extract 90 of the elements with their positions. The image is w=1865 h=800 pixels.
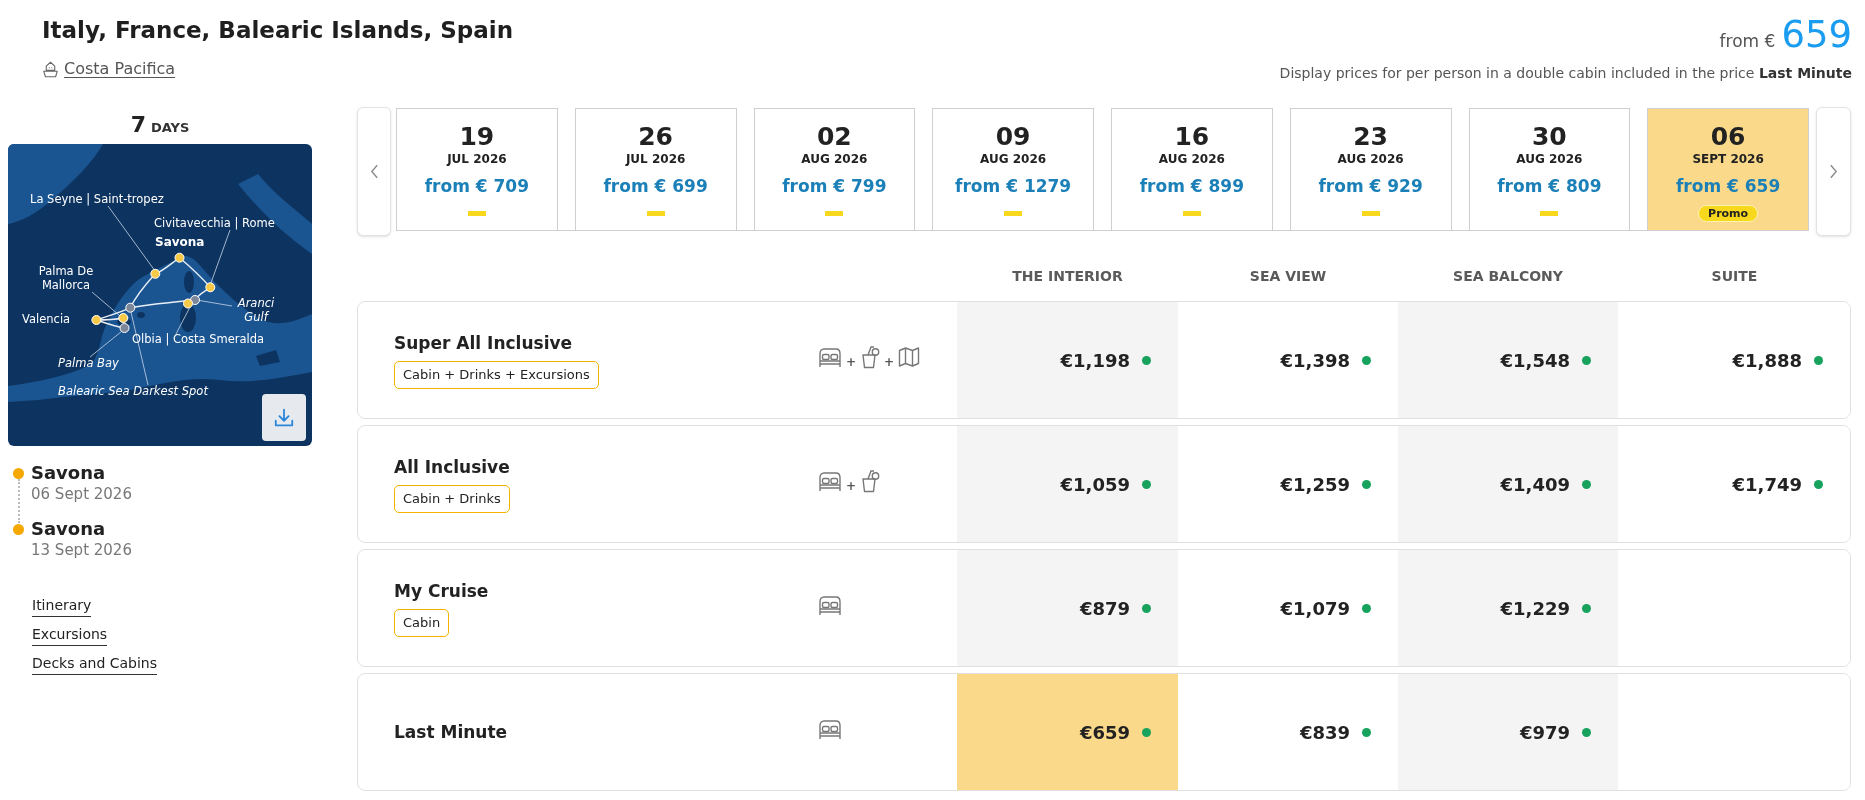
- download-icon: [273, 406, 295, 429]
- duration-unit: DAYS: [150, 119, 190, 137]
- section-link[interactable]: Itinerary: [32, 595, 92, 617]
- header-price: 659: [1781, 14, 1852, 56]
- date-tab[interactable]: 16 AUG 2026 from € 899: [1111, 108, 1273, 230]
- price-cell[interactable]: €1,059: [957, 426, 1178, 542]
- next-button[interactable]: [1816, 107, 1851, 236]
- leader-line: [107, 205, 155, 270]
- dash-icon: [825, 211, 844, 216]
- sea-marker-icon: [125, 302, 136, 313]
- ship-link[interactable]: Costa Pacifica: [42, 58, 176, 80]
- port-date: 13 Sept 2026: [31, 540, 132, 560]
- dash-icon: [1004, 211, 1023, 216]
- column-header: SEA VIEW: [1249, 266, 1327, 286]
- date-tab[interactable]: 30 AUG 2026 from € 809: [1468, 108, 1631, 230]
- package-tag: Cabin: [394, 608, 450, 637]
- price-note: Display prices for per person in a double cabin included in the price Last Minute: [1279, 64, 1852, 82]
- duration-number: 7: [130, 112, 146, 138]
- price-cell[interactable]: €1,409: [1398, 426, 1618, 542]
- bed-icon: [818, 346, 842, 368]
- port-marker-icon: [183, 298, 193, 309]
- column-header: THE INTERIOR: [1012, 266, 1123, 286]
- bed-icon: [818, 718, 842, 740]
- port-name: Savona: [31, 518, 107, 540]
- price-cell[interactable]: €1,548: [1398, 302, 1618, 418]
- map-label: Palma De Mallorca: [37, 264, 95, 292]
- price-cell[interactable]: €879: [957, 550, 1178, 666]
- dash-icon: [467, 211, 486, 216]
- download-button[interactable]: [262, 394, 306, 441]
- map-label: Balearic Sea Darkest Spot: [58, 384, 208, 398]
- port-marker-icon: [118, 313, 129, 323]
- date-tab[interactable]: 02 AUG 2026 from € 799: [753, 108, 916, 230]
- leader-line: [91, 291, 120, 316]
- map-label: Palma Bay: [58, 356, 119, 370]
- date-tab[interactable]: 06 SEPT 2026 from € 659 Promo: [1647, 108, 1809, 230]
- port-marker-icon: [150, 268, 161, 279]
- dash-icon: [646, 211, 665, 216]
- price-cell[interactable]: €1,229: [1398, 550, 1618, 666]
- map-label: Olbia | Costa Smeralda: [132, 332, 265, 346]
- plus-sign: +: [884, 354, 895, 371]
- drink-icon: [860, 345, 881, 369]
- dash-icon: [1361, 211, 1380, 216]
- bed-icon: [818, 594, 842, 616]
- port-name: Savona: [31, 462, 107, 484]
- port-marker-icon: [91, 315, 102, 325]
- column-header: SUITE: [1711, 266, 1758, 286]
- section-link[interactable]: Excursions: [32, 624, 108, 646]
- package-name: Super All Inclusive: [394, 331, 573, 354]
- map-label: La Seyne | Saint-tropez: [30, 192, 164, 206]
- package-tag: Cabin + Drinks + Excursions: [394, 360, 599, 389]
- dash-icon: [1182, 211, 1201, 216]
- port-date: 06 Sept 2026: [31, 484, 132, 504]
- chevron-right-icon: [1829, 164, 1838, 179]
- map-label: Valencia: [22, 312, 71, 326]
- drink-icon: [860, 469, 881, 493]
- sea-marker-icon: [119, 323, 130, 333]
- chevron-left-icon: [369, 164, 379, 179]
- previous-button[interactable]: [357, 107, 391, 236]
- leader-line: [175, 307, 190, 335]
- bed-icon: [818, 470, 842, 492]
- plus-sign: +: [846, 354, 857, 371]
- ship-icon: [42, 60, 59, 78]
- price-cell[interactable]: €979: [1398, 674, 1618, 790]
- date-tab[interactable]: 23 AUG 2026 from € 929: [1289, 108, 1452, 230]
- map-label: Aranci Gulf: [236, 296, 276, 324]
- sea-marker-icon: [190, 295, 200, 305]
- leader-line: [199, 300, 233, 307]
- port-marker-icon: [205, 282, 216, 293]
- package-name: Last Minute: [394, 721, 508, 743]
- package-tag: Cabin + Drinks: [394, 484, 510, 513]
- map-label: Civitavecchia | Rome: [154, 216, 275, 230]
- leader-line: [210, 229, 231, 284]
- map-label: Savona: [155, 235, 205, 249]
- price-cell[interactable]: €659: [957, 674, 1178, 790]
- date-tab[interactable]: 09 AUG 2026 from € 1279: [932, 108, 1094, 230]
- page-title: Italy, France, Balearic Islands, Spain: [42, 16, 514, 45]
- column-header: SEA BALCONY: [1453, 266, 1563, 286]
- folded-map-icon: [898, 346, 921, 368]
- package-name: My Cruise: [394, 579, 489, 602]
- price-prefix: from €: [1719, 30, 1776, 53]
- dash-icon: [1540, 211, 1559, 216]
- promo-badge: Promo: [1698, 205, 1759, 222]
- date-tab[interactable]: 26 JUL 2026 from € 699: [574, 108, 737, 230]
- port-marker-icon: [174, 252, 185, 263]
- leader-line: [89, 331, 122, 358]
- price-cell[interactable]: €1,198: [957, 302, 1178, 418]
- section-link[interactable]: Decks and Cabins: [32, 653, 158, 675]
- plus-sign: +: [846, 478, 857, 495]
- date-tab[interactable]: 19 JUL 2026 from € 709: [396, 108, 558, 230]
- package-name: All Inclusive: [394, 455, 510, 478]
